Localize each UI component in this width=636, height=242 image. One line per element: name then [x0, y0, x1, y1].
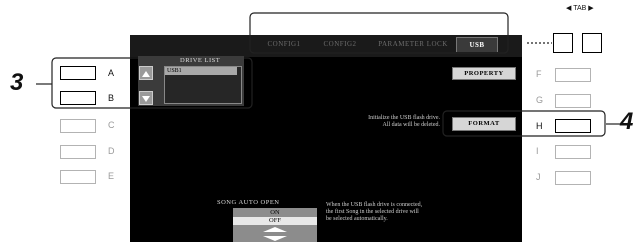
button-j-label: J [536, 172, 541, 182]
button-h[interactable] [555, 119, 591, 133]
button-i[interactable] [555, 145, 591, 159]
song-auto-open-label: SONG AUTO OPEN [217, 199, 280, 206]
button-a-label: A [108, 68, 115, 78]
selector-up-icon[interactable] [263, 227, 287, 232]
song-auto-open-description: When the USB flash drive is connected, t… [326, 202, 423, 222]
button-b[interactable] [60, 91, 96, 105]
tab-control-label: ◀ TAB ▶ [566, 5, 594, 12]
button-e[interactable] [60, 170, 96, 184]
button-d[interactable] [60, 145, 96, 159]
drive-list-label: DRIVE LIST [180, 57, 221, 64]
button-e-label: E [108, 171, 115, 181]
tab-right-arrow-icon: ▶ [588, 5, 594, 12]
button-f-label: F [536, 69, 542, 79]
option-on[interactable]: ON [233, 209, 317, 216]
drive-list-item[interactable]: USB1 [165, 67, 237, 75]
button-i-label: I [536, 146, 539, 156]
property-button[interactable]: PROPERTY [452, 67, 516, 80]
button-g[interactable] [555, 94, 591, 108]
tab-right-button[interactable] [582, 33, 602, 53]
selector-down-icon[interactable] [263, 236, 287, 241]
tab-left-arrow-icon: ◀ [566, 5, 572, 12]
button-b-label: B [108, 93, 115, 103]
button-d-label: D [108, 146, 115, 156]
format-button[interactable]: FORMAT [452, 117, 516, 131]
callout-3: 3 [10, 69, 24, 96]
button-g-label: G [536, 95, 544, 105]
button-c-label: C [108, 120, 115, 130]
selector-arrows [263, 227, 287, 241]
callout-4: 4 [620, 108, 634, 135]
button-j[interactable] [555, 171, 591, 185]
tab-left-button[interactable] [553, 33, 573, 53]
button-f[interactable] [555, 68, 591, 82]
button-h-label: H [536, 121, 543, 131]
triangle-down-icon [142, 96, 150, 102]
button-c[interactable] [60, 119, 96, 133]
scroll-down-button[interactable] [139, 91, 153, 105]
scroll-up-button[interactable] [139, 66, 153, 80]
option-off[interactable]: OFF [233, 217, 317, 225]
format-info: Initialize the USB flash drive. All data… [368, 115, 440, 128]
button-a[interactable] [60, 66, 96, 80]
triangle-up-icon [142, 71, 150, 77]
